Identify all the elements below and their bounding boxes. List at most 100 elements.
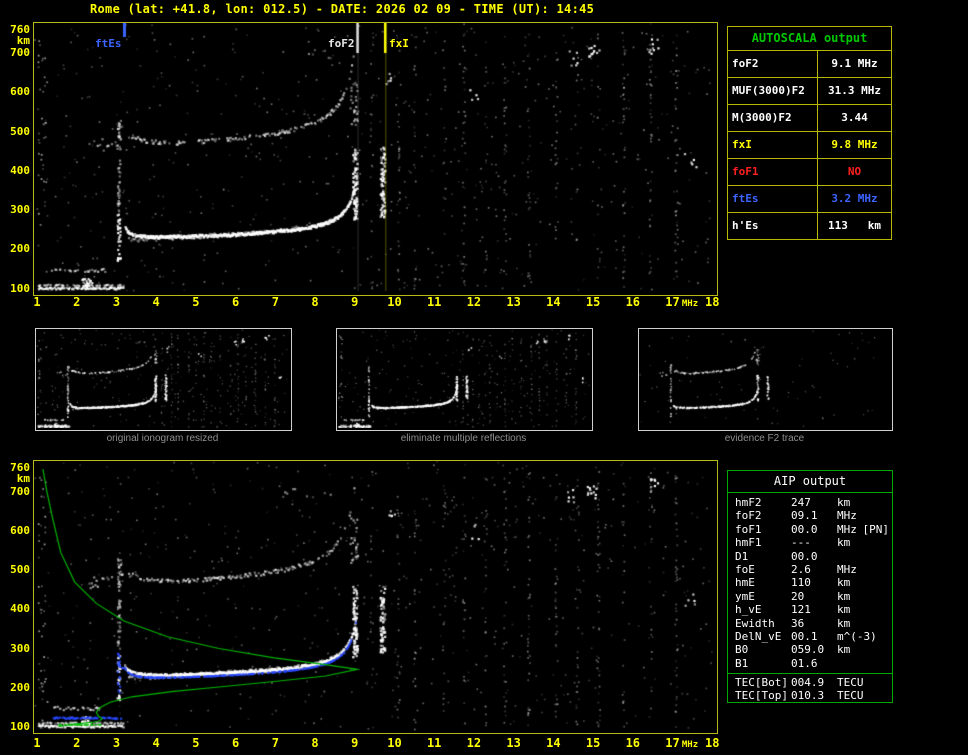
frequency-marker-label-fxI: fxI [389,37,409,50]
autoscala-table-header: AUTOSCALA output [728,27,891,51]
x-axis-tick-label: 18 [705,736,720,750]
x-axis-tick-label: 11 [426,295,442,309]
param-unit: TECU [837,689,864,703]
param-value: 247 [791,496,811,509]
thumbnail-no-multiples-caption: eliminate multiple reflections [400,433,527,444]
aip-row: foF2 09.1 MHz [728,509,892,522]
param-label: hmE [735,576,755,590]
param-value: 09.1 [791,509,818,523]
y-axis-tick-label: 100 [10,281,30,295]
aip-row: hmE 110 km [728,576,892,589]
x-axis-tick-label: 15 [585,295,601,309]
x-axis-tick-label: 13 [506,295,521,309]
top-ionogram-canvas [34,23,715,293]
param-unit: MHz [837,562,857,576]
thumbnail-no-multiples-frame [336,328,593,431]
param-label: foF2 [728,51,818,77]
x-axis-tick-label: 9 [351,736,359,750]
y-axis-tick-label: 600 [10,523,30,537]
param-unit: km [837,616,851,630]
aip-table-rows: hmF2 247 km foF2 09.1 MHz foF1 00.0 MHz [PN] hmF1 -… [728,493,892,670]
x-axis-tick-label: 16 [625,295,641,309]
param-value: 9.8 MHz [831,138,878,151]
thumbnail-original-frame [35,328,292,431]
aip-row: TEC[Top] 010.3 TECU [728,689,892,702]
x-axis-tick-label: 13 [506,736,521,750]
y-axis-tick-label: 300 [10,203,30,217]
thumbnail-original-canvas [36,329,289,428]
x-axis-tick-label: 14 [546,736,561,750]
param-label: M(3000)F2 [728,105,818,131]
autoscala-row: ftEs 3.2 MHz [728,186,891,213]
param-unit: km [837,643,851,657]
thumbnail-f2-evidence-canvas [639,329,890,428]
param-value: 113 km [828,219,881,232]
aip-tec-rows: TEC[Bot] 004.9 TECU TEC[Top] 010.3 TECU [728,673,892,703]
param-label: ftEs [728,186,818,212]
y-axis-tick-label: 200 [10,242,30,256]
x-axis-unit-label: MHz [681,299,699,309]
x-axis-tick-label: 10 [387,736,402,750]
x-axis-tick-label: 18 [705,295,720,309]
aip-row: B0 059.0 km [728,643,892,656]
autoscala-window: Rome (lat: +41.8, lon: 012.5) - DATE: 20… [0,0,968,755]
y-axis-tick-label: 400 [10,602,30,616]
x-axis-tick-label: 11 [426,736,442,750]
x-axis-tick-label: 16 [625,736,641,750]
x-axis-tick-label: 8 [311,295,319,309]
param-value: 004.9 [791,676,825,690]
y-axis-tick-label: 500 [10,124,30,138]
param-value: NO [847,165,862,178]
x-axis-tick-label: 12 [466,295,482,309]
thumbnail-no-multiples-canvas [337,329,590,428]
param-value: 059.0 [791,643,825,657]
param-value: 00.0 [791,522,818,536]
x-axis-tick-label: 9 [351,295,359,309]
param-value: 3.2 MHz [831,192,878,205]
param-value: --- [791,536,811,550]
x-axis-tick-label: 8 [311,736,319,750]
autoscala-row: fxI 9.8 MHz [728,132,891,159]
param-label: h'Es [728,213,818,239]
frequency-marker-label-foF2: foF2 [328,37,355,50]
x-axis-tick-label: 5 [192,736,200,750]
y-axis-tick-label: 100 [10,720,30,733]
y-axis-tick-label: 300 [10,641,30,655]
param-unit [837,657,892,670]
aip-table-header: AIP output [728,471,892,493]
x-axis-tick-label: 14 [546,295,561,309]
param-note: [PN] [862,522,890,536]
param-value: 3.44 [841,111,868,124]
param-unit: km [837,496,851,509]
param-value: 00.0 [791,549,818,563]
param-label: h_vE [735,603,762,617]
frequency-marker-label-ftEs: ftEs [95,37,122,50]
x-axis-tick-label: 15 [585,736,601,750]
autoscala-output-table: AUTOSCALA output foF2 9.1 MHz MUF(3000)F2 3… [727,26,892,240]
x-axis-tick-label: 3 [112,736,121,750]
y-axis-tick-label: 700 [10,484,30,498]
autoscala-row: h'Es 113 km [728,213,891,239]
aip-row: D1 00.0 [728,550,892,563]
x-axis-tick-label: 1 [33,295,41,309]
y-axis-tick-label: 700 [10,46,30,60]
param-unit: m^(-3) [837,629,877,643]
param-label: TEC[Bot] [735,676,788,690]
param-unit: km [837,589,851,603]
x-axis-tick-label: 3 [112,295,121,309]
autoscala-row: MUF(3000)F2 31.3 MHz [728,78,891,105]
aip-row: B1 01.6 [728,657,892,670]
param-value: 010.3 [791,689,825,703]
top-ionogram-frame [33,22,718,296]
y-axis-unit-label: km [16,34,30,47]
station-date-title: Rome (lat: +41.8, lon: 012.5) - DATE: 20… [90,2,595,16]
param-label: B1 [735,656,749,670]
x-axis-tick-label: 6 [231,736,240,750]
x-axis-tick-label: 2 [73,736,81,750]
param-label: fxI [728,132,818,158]
x-axis-tick-label: 1 [33,736,41,750]
param-label: foF2 [735,509,762,523]
bottom-ionogram-frame [33,460,718,734]
param-value: 2.6 [791,562,811,576]
x-axis-tick-label: 2 [73,295,81,309]
